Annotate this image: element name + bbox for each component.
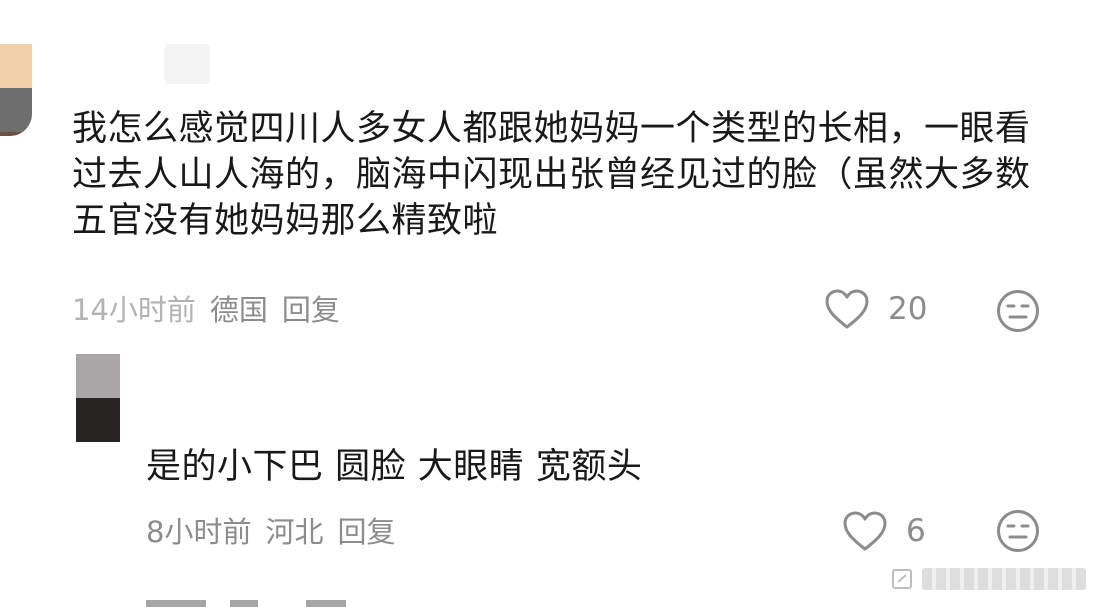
watermark-text-redacted <box>922 568 1086 590</box>
neutral-face-icon[interactable] <box>996 289 1040 333</box>
comment-location: 德国 <box>209 293 268 327</box>
avatar[interactable] <box>76 354 120 442</box>
like-count: 6 <box>906 513 926 549</box>
weibo-logo-icon <box>892 569 912 589</box>
reply-button[interactable]: 回复 <box>282 287 340 329</box>
comment-time: 14小时前 <box>72 293 196 327</box>
like-button[interactable]: 20 <box>824 286 927 332</box>
reply-meta: 8小时前 河北 回复 <box>146 508 409 552</box>
reply-text: 是的小下巴 圆脸 大眼睛 宽额头 <box>146 447 643 487</box>
reply-location: 河北 <box>265 515 324 549</box>
avatar-segment <box>0 88 32 132</box>
neutral-face-icon[interactable] <box>996 509 1040 553</box>
reply-button[interactable]: 回复 <box>337 509 395 551</box>
like-button[interactable]: 6 <box>842 508 926 554</box>
comment-text: 我怎么感觉四川人多女人都跟她妈妈一个类型的长相，一眼看过去人山人海的，脑海中闪现… <box>72 109 1031 241</box>
avatar-segment <box>76 354 120 398</box>
username-redacted[interactable] <box>164 44 210 84</box>
avatar[interactable] <box>0 44 32 136</box>
watermark <box>890 559 1090 599</box>
avatar-segment <box>0 132 32 136</box>
avatar-segment <box>76 398 120 442</box>
next-comment-preview <box>146 600 386 607</box>
reply-time: 8小时前 <box>146 515 252 549</box>
comment-thread: 我怎么感觉四川人多女人都跟她妈妈一个类型的长相，一眼看过去人山人海的，脑海中闪现… <box>0 0 1098 607</box>
avatar-segment <box>0 44 32 88</box>
heart-outline-icon <box>825 289 869 329</box>
heart-outline-icon <box>843 511 887 551</box>
like-count: 20 <box>888 291 928 327</box>
comment-meta: 14小时前 德国 回复 <box>72 286 354 330</box>
